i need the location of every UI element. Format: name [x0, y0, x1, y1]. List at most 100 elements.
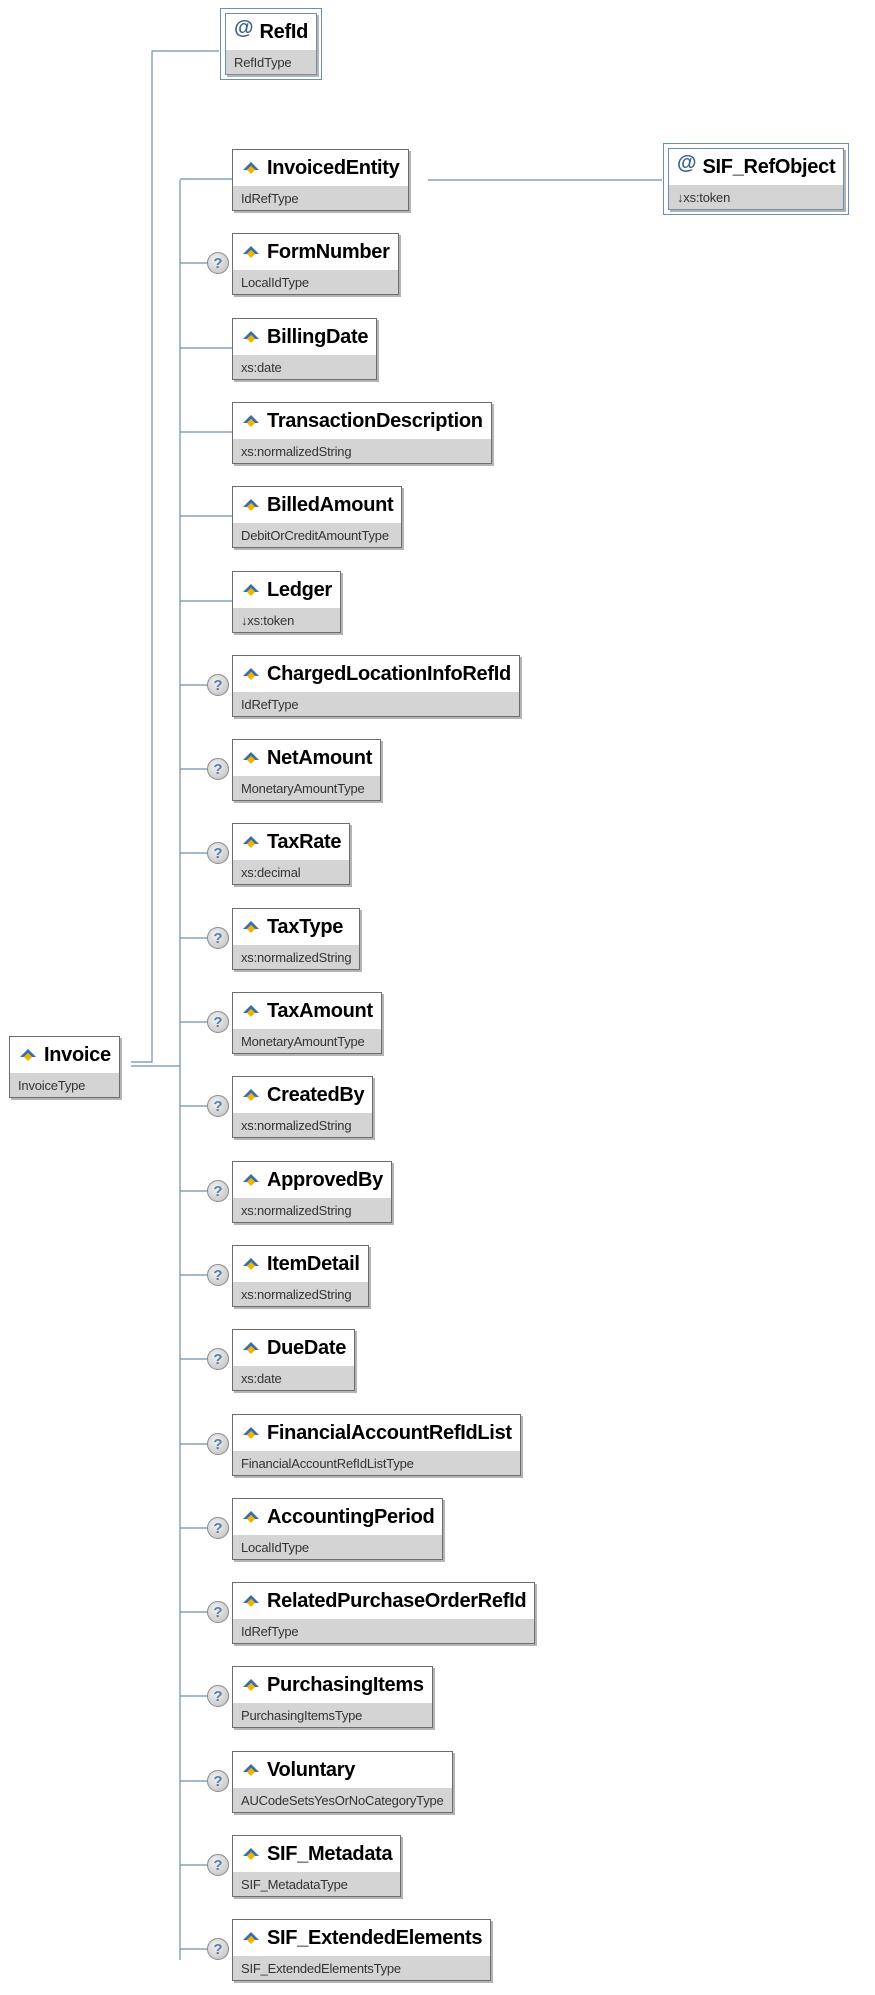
element-type: LocalIdType: [233, 1535, 443, 1559]
element-taxtype[interactable]: TaxType xs:normalizedString: [232, 908, 361, 970]
element-approvedby[interactable]: ApprovedBy xs:normalizedString: [232, 1161, 392, 1223]
element-name: PurchasingItems: [267, 1673, 424, 1696]
element-icon: [243, 499, 259, 511]
element-sif-metadata[interactable]: SIF_Metadata SIF_MetadataType: [232, 1835, 402, 1897]
element-type: PurchasingItemsType: [233, 1703, 432, 1727]
element-icon: [20, 1049, 36, 1061]
element-header: ApprovedBy: [233, 1162, 391, 1198]
element-name: NetAmount: [267, 746, 373, 769]
element-icon: [243, 1342, 259, 1354]
element-header: TaxRate: [233, 824, 349, 860]
attribute-name: RefId: [259, 20, 309, 43]
element-name: FormNumber: [267, 240, 390, 263]
attribute-refid[interactable]: @ RefId RefIdType: [219, 8, 323, 80]
attribute-at-icon: @: [234, 17, 254, 39]
element-name: TaxType: [267, 915, 344, 938]
element-name: SIF_Metadata: [267, 1842, 393, 1865]
element-name: Ledger: [267, 578, 332, 601]
element-header: SIF_ExtendedElements: [233, 1920, 490, 1956]
element-icon: [243, 246, 259, 258]
element-icon: [243, 836, 259, 848]
optional-marker-icon: ?: [207, 1770, 229, 1792]
element-type: xs:normalizedString: [233, 1198, 391, 1222]
element-type: MonetaryAmountType: [233, 1029, 381, 1053]
element-chargedlocationinforefid[interactable]: ChargedLocationInfoRefId IdRefType: [232, 655, 520, 717]
element-type: SIF_ExtendedElementsType: [233, 1956, 491, 1980]
optional-marker-icon: ?: [207, 758, 229, 780]
element-icon: [243, 1427, 259, 1439]
element-name: DueDate: [267, 1336, 347, 1359]
element-type: IdRefType: [233, 692, 519, 716]
refobject-type: ↓xs:token: [669, 185, 844, 209]
root-element-header: Invoice: [10, 1037, 119, 1073]
element-name: CreatedBy: [267, 1083, 365, 1106]
element-icon: [243, 1679, 259, 1691]
element-icon: [243, 1089, 259, 1101]
element-type: xs:normalizedString: [233, 1113, 373, 1137]
optional-marker-icon: ?: [207, 1433, 229, 1455]
element-name: BillingDate: [267, 325, 369, 348]
element-createdby[interactable]: CreatedBy xs:normalizedString: [232, 1076, 374, 1138]
element-icon: [243, 162, 259, 174]
element-voluntary[interactable]: Voluntary AUCodeSetsYesOrNoCategoryType: [232, 1751, 453, 1813]
element-billingdate[interactable]: BillingDate xs:date: [232, 318, 378, 380]
element-ledger[interactable]: Ledger ↓xs:token: [232, 571, 341, 633]
element-type: xs:normalizedString: [233, 1282, 368, 1306]
element-duedate[interactable]: DueDate xs:date: [232, 1329, 356, 1391]
optional-marker-icon: ?: [207, 1517, 229, 1539]
attribute-at-icon: @: [677, 152, 697, 174]
element-icon: [243, 921, 259, 933]
element-header: TransactionDescription: [233, 403, 491, 439]
element-name: SIF_ExtendedElements: [267, 1926, 483, 1949]
refobject-name: SIF_RefObject: [702, 155, 836, 178]
element-name: ApprovedBy: [267, 1168, 383, 1191]
element-type: IdRefType: [233, 186, 408, 210]
optional-marker-icon: ?: [207, 252, 229, 274]
element-sif-extendedelements[interactable]: SIF_ExtendedElements SIF_ExtendedElements…: [232, 1919, 492, 1981]
element-type: DebitOrCreditAmountType: [233, 523, 402, 547]
element-netamount[interactable]: NetAmount MonetaryAmountType: [232, 739, 382, 801]
element-icon: [243, 668, 259, 680]
element-icon: [243, 1932, 259, 1944]
element-type: IdRefType: [233, 1619, 535, 1643]
element-itemdetail[interactable]: ItemDetail xs:normalizedString: [232, 1245, 369, 1307]
element-header: BilledAmount: [233, 487, 401, 523]
element-header: InvoicedEntity: [233, 150, 408, 186]
element-purchasingitems[interactable]: PurchasingItems PurchasingItemsType: [232, 1666, 433, 1728]
element-icon: [243, 584, 259, 596]
element-name: AccountingPeriod: [267, 1505, 435, 1528]
refobject-header: @ SIF_RefObject: [669, 149, 843, 185]
element-taxamount[interactable]: TaxAmount MonetaryAmountType: [232, 992, 382, 1054]
element-header: RelatedPurchaseOrderRefId: [233, 1583, 534, 1619]
element-accountingperiod[interactable]: AccountingPeriod LocalIdType: [232, 1498, 444, 1560]
element-relatedpurchaseorderrefid[interactable]: RelatedPurchaseOrderRefId IdRefType: [232, 1582, 536, 1644]
element-header: SIF_Metadata: [233, 1836, 400, 1872]
element-header: AccountingPeriod: [233, 1499, 442, 1535]
element-icon: [243, 1848, 259, 1860]
element-financialaccountrefidlist[interactable]: FinancialAccountRefIdList FinancialAccoun…: [232, 1414, 521, 1476]
element-billedamount[interactable]: BilledAmount DebitOrCreditAmountType: [232, 486, 403, 548]
element-name: TaxRate: [267, 830, 342, 853]
element-name: FinancialAccountRefIdList: [267, 1421, 512, 1444]
connector-lines: [131, 50, 662, 1960]
element-icon: [243, 1258, 259, 1270]
element-transactiondescription[interactable]: TransactionDescription xs:normalizedStrin…: [232, 402, 492, 464]
optional-marker-icon: ?: [207, 1601, 229, 1623]
root-element-type: InvoiceType: [10, 1073, 119, 1097]
root-element-invoice[interactable]: Invoice InvoiceType: [9, 1036, 120, 1098]
element-type: xs:date: [233, 355, 377, 379]
element-icon: [243, 1005, 259, 1017]
element-name: Voluntary: [267, 1758, 356, 1781]
element-icon: [243, 1511, 259, 1523]
element-name: ItemDetail: [267, 1252, 360, 1275]
element-invoicedentity[interactable]: InvoicedEntity IdRefType: [232, 149, 409, 211]
optional-marker-icon: ?: [207, 1180, 229, 1202]
element-type: MonetaryAmountType: [233, 776, 381, 800]
element-header: FormNumber: [233, 234, 398, 270]
element-taxrate[interactable]: TaxRate xs:decimal: [232, 823, 351, 885]
attribute-sif-refobject[interactable]: @ SIF_RefObject ↓xs:token: [662, 143, 850, 215]
element-formnumber[interactable]: FormNumber LocalIdType: [232, 233, 399, 295]
optional-marker-icon: ?: [207, 1095, 229, 1117]
element-type: SIF_MetadataType: [233, 1872, 401, 1896]
element-header: Voluntary: [233, 1752, 452, 1788]
